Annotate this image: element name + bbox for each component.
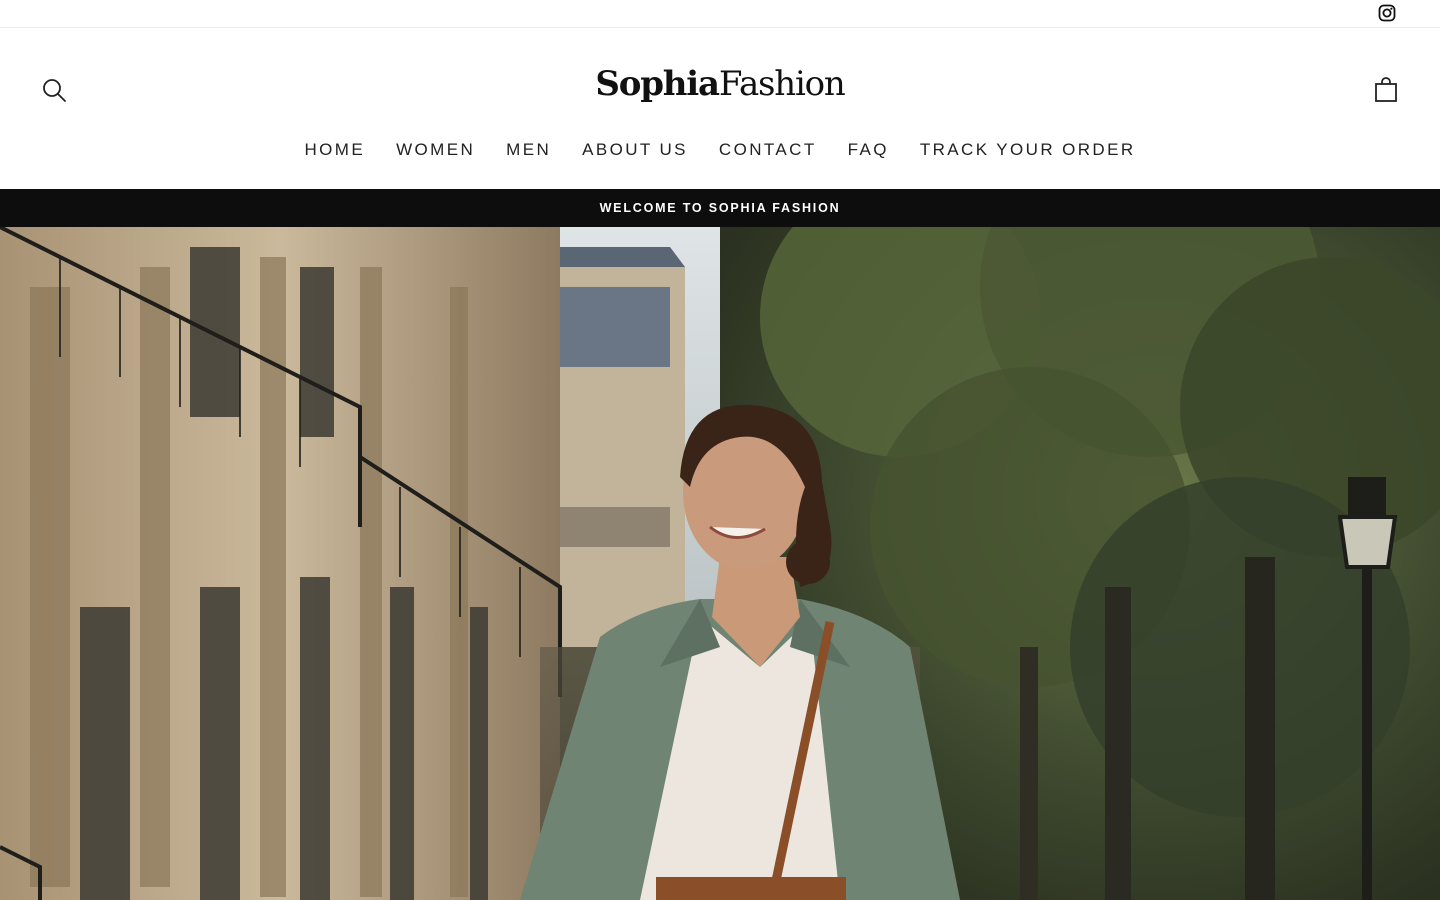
logo-text-bold: Sophia <box>595 64 720 104</box>
site-logo[interactable]: SophiaFashion <box>0 64 1440 104</box>
nav-item-men[interactable]: MEN <box>506 140 551 160</box>
instagram-icon[interactable] <box>1378 4 1396 22</box>
nav-item-track-your-order[interactable]: TRACK YOUR ORDER <box>920 140 1136 160</box>
nav-item-faq[interactable]: FAQ <box>848 140 889 160</box>
top-utility-bar <box>0 0 1440 28</box>
announcement-bar: WELCOME TO SOPHIA FASHION <box>0 189 1440 227</box>
hero-image <box>0 227 1440 900</box>
nav-item-home[interactable]: HOME <box>304 140 365 160</box>
shopping-bag-icon[interactable] <box>1372 76 1400 104</box>
nav-item-women[interactable]: WOMEN <box>396 140 475 160</box>
nav-item-contact[interactable]: CONTACT <box>719 140 817 160</box>
nav-item-about-us[interactable]: ABOUT US <box>582 140 688 160</box>
announcement-text: WELCOME TO SOPHIA FASHION <box>599 201 841 215</box>
site-header: SophiaFashion HOME WOMEN MEN ABOUT US CO… <box>0 28 1440 189</box>
logo-text-light: Fashion <box>718 64 846 104</box>
main-navigation: HOME WOMEN MEN ABOUT US CONTACT FAQ TRAC… <box>0 140 1440 160</box>
hero-illustration <box>0 227 1440 900</box>
